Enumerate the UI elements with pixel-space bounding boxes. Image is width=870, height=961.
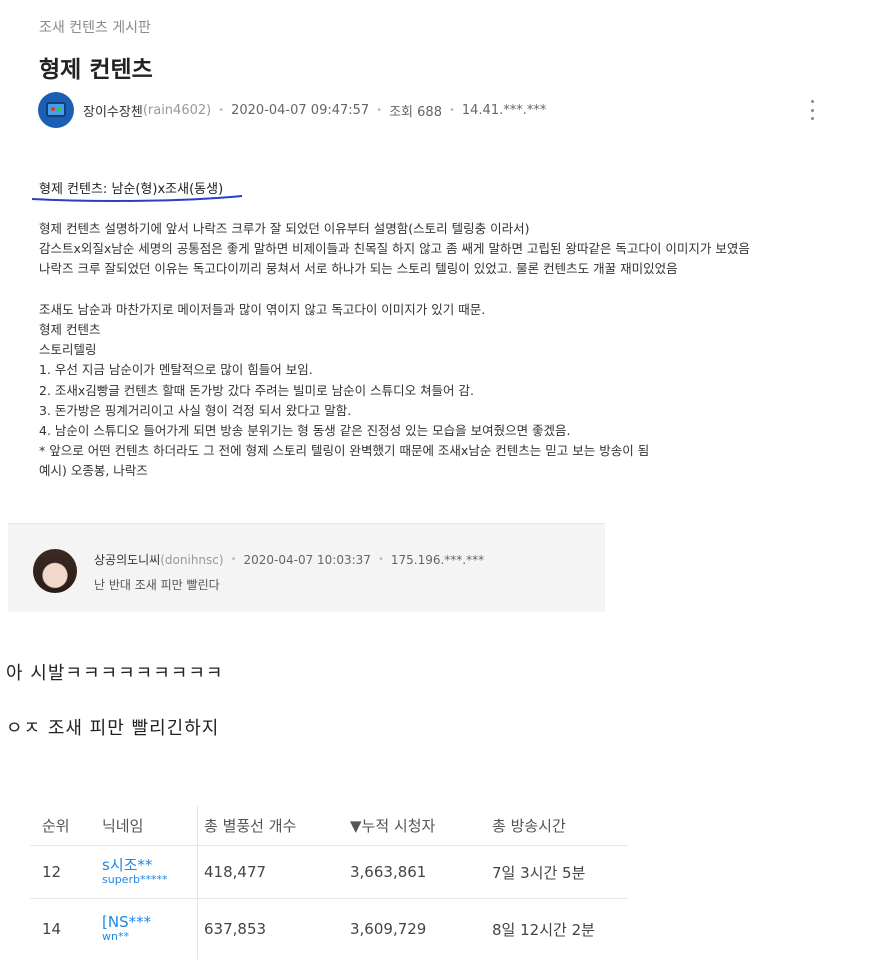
airtime-cell: 8일 12시간 2분 xyxy=(492,920,595,939)
post-views: 조회 688 xyxy=(389,104,442,120)
comment-datetime: 2020-04-07 10:03:37 xyxy=(243,552,371,567)
post-body: 형제 컨텐츠 설명하기에 앞서 나락즈 크루가 잘 되었던 이유부터 설명함(스… xyxy=(39,219,750,481)
post-meta: 장이수장첸 (rain4602) • 2020-04-07 09:47:57 •… xyxy=(38,92,546,128)
post-line: 나락즈 크루 잘되었던 이유는 독고다이끼리 뭉쳐서 서로 하나가 되는 스토리… xyxy=(39,261,678,277)
separator-dot: • xyxy=(377,554,384,565)
author-handle: (rain4602) xyxy=(142,102,212,118)
post-line: 감스트x외질x남순 세명의 공통점은 좋게 말하면 비제이들과 친목질 하지 않… xyxy=(39,241,750,257)
post-line: * 앞으로 어떤 컨텐츠 하더라도 그 전에 형제 스토리 텔링이 완벽했기 때… xyxy=(39,443,650,459)
user-id[interactable]: wn** xyxy=(102,930,197,943)
post-line: 예시) 오종봉, 나락즈 xyxy=(39,463,148,479)
comment-ip: 175.196.***.*** xyxy=(390,552,485,567)
rank-cell: 12 xyxy=(42,863,62,881)
header-rank[interactable]: 순위 xyxy=(30,806,99,846)
table-header-row: 순위 닉네임 총 별풍선 개수 ▼누적 시청자 총 방송시간 xyxy=(30,806,628,846)
table-row: 14 [NS*** wn** 637,853 3,609,729 8일 12시간… xyxy=(30,898,628,959)
post-line: 형제 컨텐츠 xyxy=(39,321,101,337)
header-balloons[interactable]: 총 별풍선 개수 xyxy=(198,806,345,846)
commenter-avatar[interactable] xyxy=(33,549,77,593)
post-ip: 14.41.***.*** xyxy=(461,102,547,118)
author-avatar[interactable] xyxy=(38,92,74,128)
post-line: 2. 조새x김빵글 컨텐츠 할때 돈가방 갔다 주려는 빌미로 남순이 스튜디오… xyxy=(39,382,475,398)
board-breadcrumb[interactable]: 조새 컨텐츠 게시판 xyxy=(39,17,151,37)
handdrawn-underline xyxy=(31,195,243,202)
ranking-table: 순위 닉네임 총 별풍선 개수 ▼누적 시청자 총 방송시간 12 s시조** … xyxy=(30,806,628,959)
user-id[interactable]: superb***** xyxy=(102,873,197,886)
post-line: 스토리텔링 xyxy=(39,342,97,358)
post-line: 4. 남순이 스튜디오 들어가게 되면 방송 분위기는 형 동생 같은 진정성 … xyxy=(39,422,571,438)
airtime-cell: 7일 3시간 5분 xyxy=(492,863,586,882)
post-line: 3. 돈가방은 핑계거리이고 사실 형이 걱정 되서 왔다고 말함. xyxy=(39,402,352,418)
separator-dot: • xyxy=(376,104,383,116)
tv-icon xyxy=(46,102,66,117)
post-line xyxy=(39,280,750,300)
commenter-name[interactable]: 상공의도니씨 xyxy=(94,551,160,568)
commenter-handle: (donihnsc) xyxy=(160,552,224,567)
header-nickname[interactable]: 닉네임 xyxy=(99,806,198,846)
nickname[interactable]: [NS*** xyxy=(102,915,197,930)
reply-text: 아 시발ㅋㅋㅋㅋㅋㅋㅋㅋㅋ xyxy=(6,663,224,684)
nickname-cell[interactable]: [NS*** wn** xyxy=(99,898,198,959)
post-line: 1. 우선 지금 남순이가 멘탈적으로 많이 힘들어 보임. xyxy=(39,362,313,378)
nickname[interactable]: s시조** xyxy=(102,858,197,873)
comment-meta: 상공의도니씨 (donihnsc) • 2020-04-07 10:03:37 … xyxy=(94,551,484,568)
post-line: 조새도 남순과 마찬가지로 메이저들과 많이 엮이지 않고 독고다이 이미지가 … xyxy=(39,301,486,317)
post-line: 형제 컨텐츠 설명하기에 앞서 나락즈 크루가 잘 되었던 이유부터 설명함(스… xyxy=(39,221,530,236)
viewers-cell: 3,609,729 xyxy=(350,920,427,938)
comment-text: 난 반대 조새 피만 빨린다 xyxy=(94,578,220,592)
header-viewers[interactable]: ▼누적 시청자 xyxy=(344,806,480,846)
post-datetime: 2020-04-07 09:47:57 xyxy=(231,102,370,118)
rank-cell: 14 xyxy=(42,920,62,938)
more-options-icon[interactable] xyxy=(805,98,819,122)
header-airtime[interactable]: 총 방송시간 xyxy=(480,806,628,846)
author-name[interactable]: 장이수장첸 xyxy=(83,101,143,120)
separator-dot: • xyxy=(218,104,225,116)
separator-dot: • xyxy=(230,554,237,565)
separator-dot: • xyxy=(448,104,455,116)
reply-text: ㅇㅈ 조새 피만 빨리긴하지 xyxy=(6,718,220,739)
viewers-cell: 3,663,861 xyxy=(350,863,427,881)
post-title: 형제 컨텐츠 xyxy=(39,57,153,83)
balloons-cell: 637,853 xyxy=(204,920,267,938)
balloons-cell: 418,477 xyxy=(204,863,267,881)
nickname-cell[interactable]: s시조** superb***** xyxy=(99,845,198,899)
table-row: 12 s시조** superb***** 418,477 3,663,861 7… xyxy=(30,845,628,899)
